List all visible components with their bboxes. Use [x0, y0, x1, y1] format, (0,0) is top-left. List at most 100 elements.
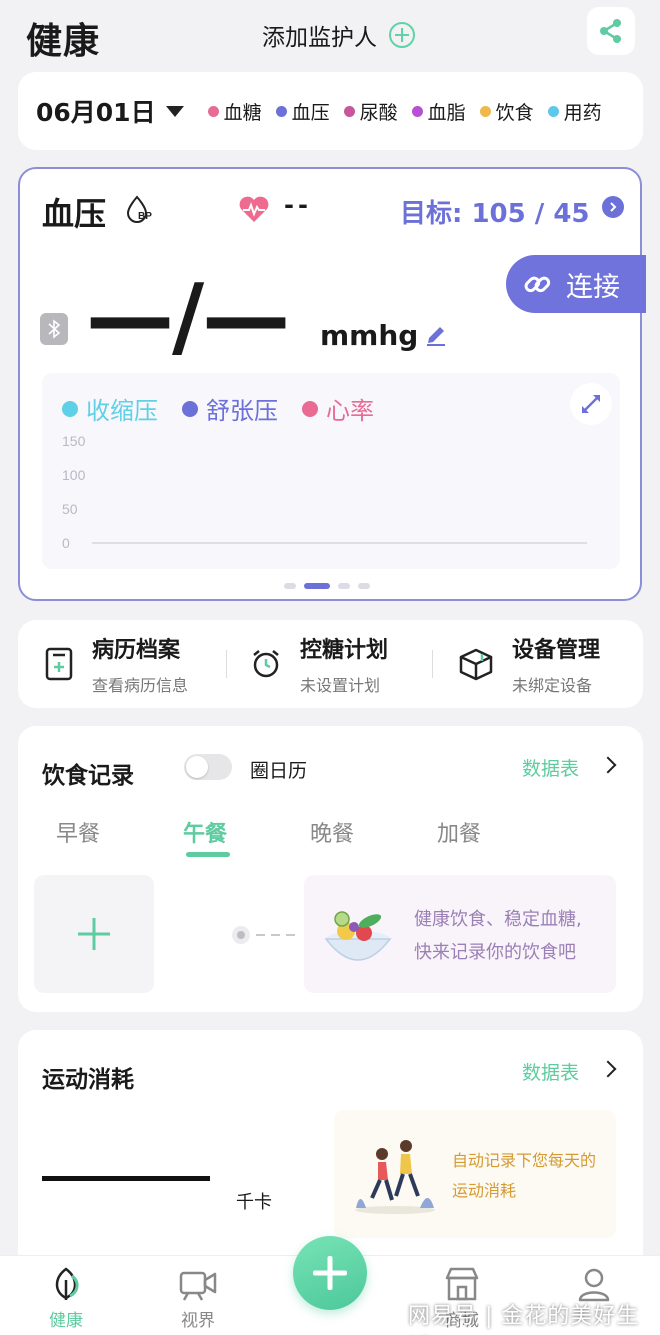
chart-legend-dot — [182, 400, 198, 417]
meal-tabs: 早餐 午餐 晚餐 加餐 — [56, 816, 564, 848]
runners-icon — [355, 1140, 435, 1214]
target-value[interactable]: 目标: 105 / 45 — [400, 193, 590, 230]
legend-dot — [411, 105, 423, 117]
connect-label: 连接 — [566, 271, 620, 303]
divider — [432, 650, 433, 678]
store-icon — [445, 1267, 479, 1301]
chart-legend-label: 收缩压 — [86, 397, 158, 425]
chart-legend-label: 心率 — [326, 397, 374, 425]
legend-item: 饮食 — [479, 98, 534, 125]
person-icon — [578, 1268, 610, 1302]
diet-tip-line2: 快来记录你的饮食吧 — [414, 942, 576, 963]
share-button[interactable] — [587, 7, 635, 55]
page-title: 健康 — [26, 21, 101, 62]
chevron-right-icon[interactable] — [599, 1060, 617, 1078]
menu-subtitle: 未设置计划 — [300, 676, 381, 695]
share-icon — [600, 19, 621, 43]
bp-chart[interactable]: 收缩压 舒张压 心率 150 100 50 0 — [42, 373, 620, 569]
active-tab-underline — [186, 852, 230, 857]
pager-dot — [284, 583, 296, 589]
plus-circle-icon — [389, 22, 415, 48]
y-tick-label: 150 — [62, 433, 86, 449]
top-header: 健康 添加监护人 — [0, 0, 660, 70]
nav-label: 健康 — [49, 1311, 83, 1331]
sport-consumption-card: 运动消耗 数据表 千卡 自动记录下您每天的 运动消耗 — [18, 1030, 643, 1256]
add-guardian-label: 添加监护人 — [262, 25, 377, 51]
plus-icon — [78, 918, 110, 950]
menu-title: 设备管理 — [512, 638, 601, 663]
toggle-label: 圈日历 — [250, 760, 308, 782]
target-label: 目标: — [400, 199, 463, 229]
metric-legend: 血糖 血压 尿酸 血脂 饮食 用药 — [207, 98, 616, 125]
legend-item: 用药 — [547, 98, 602, 125]
svg-text:BP: BP — [138, 211, 152, 222]
pager-dot-active — [304, 583, 330, 589]
blood-pressure-card[interactable]: 血压 BP -- 目标: 105 / 45 连接 —/— mmhg 收缩压 舒张压… — [18, 167, 646, 601]
menu-subtitle: 未绑定设备 — [512, 676, 593, 695]
quick-menu: 病历档案 查看病历信息 控糖计划 未设置计划 设备管理 未绑定设备 — [18, 620, 643, 708]
salad-bowl-icon — [324, 911, 392, 961]
nav-vision[interactable]: 视界 — [158, 1262, 238, 1331]
legend-item: 血压 — [275, 98, 330, 125]
legend-item: 血脂 — [411, 98, 466, 125]
diet-title: 饮食记录 — [42, 763, 134, 789]
legend-label: 用药 — [563, 101, 602, 124]
date-legend-bar: 06月01日 血糖 血压 尿酸 血脂 饮食 用药 — [18, 72, 643, 150]
connect-button[interactable]: 连接 — [506, 255, 646, 313]
medical-record-icon — [45, 647, 73, 681]
legend-label: 饮食 — [495, 101, 534, 124]
alarm-clock-icon — [253, 650, 279, 678]
chart-legend-item[interactable]: 收缩压 — [62, 391, 158, 426]
y-tick-label: 0 — [62, 535, 70, 551]
legend-item: 血糖 — [207, 98, 262, 125]
tab-snack[interactable]: 加餐 — [437, 816, 564, 848]
menu-sugar-plan[interactable]: 控糖计划 未设置计划 — [250, 632, 388, 696]
sport-data-table-link[interactable]: 数据表 — [522, 1058, 579, 1085]
divider — [226, 650, 227, 678]
pager-dot — [338, 583, 350, 589]
tab-dinner[interactable]: 晚餐 — [310, 816, 437, 848]
menu-subtitle: 查看病历信息 — [92, 676, 189, 695]
bp-unit: mmhg — [320, 319, 419, 352]
box-icon — [459, 648, 493, 681]
edit-pencil-icon[interactable] — [424, 323, 448, 347]
toggle-knob — [186, 756, 208, 778]
legend-dot — [275, 105, 287, 117]
legend-label: 血脂 — [427, 101, 466, 124]
y-tick-label: 100 — [62, 467, 86, 483]
bp-title: 血压 — [42, 195, 107, 233]
caret-down-icon[interactable] — [165, 105, 184, 117]
add-record-fab[interactable] — [293, 1236, 367, 1310]
pager-dot — [358, 583, 370, 589]
legend-dot — [479, 105, 491, 117]
kcal-unit: 千卡 — [236, 1192, 272, 1213]
chart-legend-dot — [302, 400, 318, 417]
y-tick-label: 50 — [62, 501, 78, 517]
tab-lunch[interactable]: 午餐 — [183, 816, 310, 848]
sport-tip-line2: 运动消耗 — [452, 1181, 517, 1200]
legend-label: 尿酸 — [359, 101, 398, 124]
menu-device-manage[interactable]: 设备管理 未绑定设备 — [458, 632, 600, 696]
sport-tip-card: 自动记录下您每天的 运动消耗 — [334, 1110, 616, 1238]
tab-breakfast[interactable]: 早餐 — [56, 816, 183, 848]
chevron-right-icon[interactable] — [602, 196, 624, 218]
watermark-text: 网易号 | 金花的美好生活 — [408, 1304, 640, 1329]
add-meal-button[interactable] — [34, 875, 154, 993]
bp-drop-icon: BP — [126, 195, 152, 223]
nav-health[interactable]: 健康 — [26, 1262, 106, 1331]
chart-legend: 收缩压 舒张压 心率 — [62, 391, 398, 426]
legend-label: 血糖 — [223, 101, 262, 124]
menu-title: 病历档案 — [92, 638, 181, 663]
add-guardian-button[interactable]: 添加监护人 — [262, 18, 415, 52]
video-camera-icon — [179, 1271, 217, 1301]
diet-data-table-link[interactable]: 数据表 — [522, 754, 579, 781]
menu-medical-record[interactable]: 病历档案 查看病历信息 — [44, 632, 188, 696]
calendar-toggle[interactable] — [184, 754, 232, 780]
date-selector[interactable]: 06月01日 — [36, 93, 156, 129]
chevron-right-icon[interactable] — [599, 756, 617, 774]
chart-legend-item[interactable]: 舒张压 — [182, 391, 278, 426]
link-icon — [524, 276, 551, 293]
bp-reading: —/— — [86, 265, 290, 368]
chart-legend-item[interactable]: 心率 — [302, 391, 374, 426]
expand-button[interactable] — [570, 383, 612, 425]
